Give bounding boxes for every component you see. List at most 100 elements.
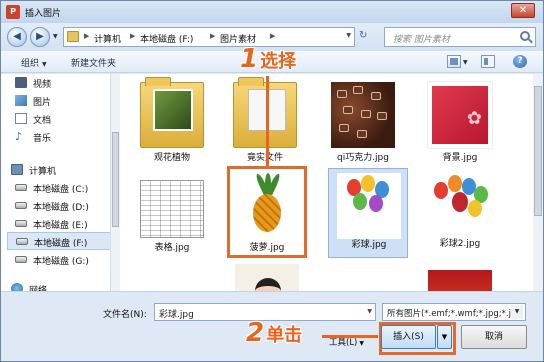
chevron-down-icon[interactable]: ▼ xyxy=(511,305,523,319)
sidebar-item-label: 音乐 xyxy=(33,134,52,144)
filename-value: 彩球.jpg xyxy=(159,310,194,320)
chocolate-image xyxy=(331,82,395,148)
filetype-select[interactable]: 所有图片(*.emf;*.wmf;*.jpg;*.ji ▼ xyxy=(382,303,526,321)
sidebar-item-label: 本地磁盘 (C:) xyxy=(33,185,89,195)
insert-button[interactable]: 插入(S) xyxy=(381,325,436,349)
chevron-right-icon[interactable]: ▶ xyxy=(130,32,135,40)
file-name: 菠萝.jpg xyxy=(249,243,285,253)
preview-pane-icon[interactable] xyxy=(481,55,495,68)
title-bar: P 插入图片 ✕ xyxy=(1,1,543,23)
video-icon xyxy=(15,77,27,88)
step1-number: 1 xyxy=(240,44,259,74)
folder-icon xyxy=(233,77,297,148)
breadcrumb-computer[interactable]: 计算机 xyxy=(94,32,121,45)
back-button[interactable]: ◀ xyxy=(7,27,27,47)
sidebar-scrollbar-thumb[interactable] xyxy=(112,132,119,227)
sidebar-item-documents[interactable]: 文档 xyxy=(15,110,110,128)
sidebar-item-label: 网络 xyxy=(29,286,48,291)
step2-callout: 2 单击 xyxy=(246,318,302,348)
file-list-scrollbar[interactable] xyxy=(533,74,543,291)
network-icon xyxy=(11,283,23,291)
new-folder-button[interactable]: 新建文件夹 xyxy=(71,56,116,69)
step1-leader-line xyxy=(266,76,269,166)
sidebar-item-drive-e[interactable]: 本地磁盘 (E:) xyxy=(15,215,110,233)
address-dropdown-icon[interactable]: ▼ xyxy=(346,32,351,39)
file-tile-flower-folder[interactable]: 观花植物 xyxy=(132,77,212,172)
file-tile-balloons[interactable]: 彩球.jpg xyxy=(328,168,408,258)
sidebar-item-label: 本地磁盘 (E:) xyxy=(33,221,88,231)
file-list: 观花植物 竟实文件 qi巧克力.jpg 背景.jpg 表格.jpg xyxy=(120,74,533,291)
file-name: 表格.jpg xyxy=(154,243,190,253)
drive-icon xyxy=(15,256,27,263)
file-tile-chocolate[interactable]: qi巧克力.jpg xyxy=(323,82,403,172)
recent-pages-dropdown-icon[interactable]: ▼ xyxy=(53,33,60,40)
file-tile-portrait[interactable] xyxy=(227,264,307,291)
file-tile-table[interactable]: 表格.jpg xyxy=(132,172,212,262)
refresh-icon[interactable]: ↻ xyxy=(359,30,367,41)
forward-button[interactable]: ▶ xyxy=(30,27,50,47)
sidebar-item-label: 本地磁盘 (G:) xyxy=(33,257,89,267)
sidebar-item-pictures[interactable]: 图片 xyxy=(15,92,110,110)
table-image xyxy=(140,180,204,238)
powerpoint-app-icon: P xyxy=(6,5,20,19)
sidebar-item-label: 本地磁盘 (F:) xyxy=(34,239,88,249)
documents-icon xyxy=(15,113,27,124)
help-icon[interactable]: ? xyxy=(513,55,527,68)
balloons-image xyxy=(337,173,401,239)
chevron-down-icon: ▼ xyxy=(359,340,364,347)
file-list-scrollbar-thumb[interactable] xyxy=(534,86,542,216)
sidebar-item-drive-c[interactable]: 本地磁盘 (C:) xyxy=(15,179,110,197)
navigation-pane: 视频 图片 文档 ♪ 音乐 计算机 本地磁盘 (C:) 本地磁盘 (D:) 本地 xyxy=(1,74,111,291)
computer-icon xyxy=(11,164,23,175)
file-tile-red-image[interactable] xyxy=(420,270,500,291)
pineapple-image xyxy=(235,170,299,236)
step2-leader-line xyxy=(322,335,378,338)
chevron-right-icon[interactable]: ▶ xyxy=(270,32,275,40)
organize-menu[interactable]: 组织 ▼ xyxy=(21,56,47,69)
step2-text: 单击 xyxy=(266,325,303,346)
sidebar-item-videos[interactable]: 视频 xyxy=(15,74,110,92)
chevron-right-icon[interactable]: ▶ xyxy=(210,32,215,40)
file-name: 竟实文件 xyxy=(246,153,283,163)
sidebar-item-network[interactable]: 网络 xyxy=(11,280,107,291)
step2-number: 2 xyxy=(246,318,265,348)
folder-preview-image xyxy=(153,89,193,131)
drive-icon xyxy=(15,184,27,191)
organize-label: 组织 xyxy=(21,59,40,69)
music-icon: ♪ xyxy=(15,130,23,143)
chevron-right-icon[interactable]: ▶ xyxy=(84,32,89,40)
sidebar-item-label: 文档 xyxy=(33,116,52,126)
file-name: 观花植物 xyxy=(153,153,190,163)
change-view-icon[interactable] xyxy=(447,55,461,68)
sidebar-item-computer[interactable]: 计算机 xyxy=(11,161,107,179)
red-background-image xyxy=(428,82,492,148)
breadcrumb-drive-f[interactable]: 本地磁盘 (F:) xyxy=(140,32,193,45)
chevron-down-icon[interactable]: ▼ xyxy=(367,308,372,315)
balloons-image xyxy=(428,172,492,238)
file-tile-pineapple[interactable]: 菠萝.jpg xyxy=(227,166,307,258)
sidebar-item-label: 本地磁盘 (D:) xyxy=(33,203,89,213)
search-icon[interactable] xyxy=(520,31,530,41)
portrait-image xyxy=(235,264,299,291)
pictures-icon xyxy=(15,95,27,106)
close-button[interactable]: ✕ xyxy=(511,3,535,18)
file-tile-background[interactable]: 背景.jpg xyxy=(420,82,500,172)
chevron-down-icon: ▼ xyxy=(42,61,47,68)
sidebar-scrollbar[interactable] xyxy=(111,74,120,291)
insert-options-dropdown[interactable]: ▼ xyxy=(437,325,452,349)
file-name: 彩球.jpg xyxy=(351,240,387,250)
sidebar-item-music[interactable]: ♪ 音乐 xyxy=(15,128,110,146)
search-input[interactable]: 搜索 图片素材 xyxy=(384,27,536,47)
sidebar-item-drive-g[interactable]: 本地磁盘 (G:) xyxy=(15,251,110,269)
red-image xyxy=(428,270,492,291)
address-bar[interactable]: ▶ 计算机 ▶ 本地磁盘 (F:) ▶ 图片素材 ▶ ▼ xyxy=(63,27,355,47)
file-tile-material-folder[interactable]: 竟实文件 xyxy=(225,77,305,172)
file-name: 背景.jpg xyxy=(442,153,478,163)
file-tile-balloons2[interactable]: 彩球2.jpg xyxy=(420,168,500,258)
step1-callout: 1 选择 xyxy=(240,44,296,74)
sidebar-item-drive-d[interactable]: 本地磁盘 (D:) xyxy=(15,197,110,215)
folder-icon xyxy=(67,31,79,42)
sidebar-item-drive-f[interactable]: 本地磁盘 (F:) xyxy=(7,232,110,250)
cancel-button[interactable]: 取消 xyxy=(461,325,527,349)
view-dropdown-icon[interactable]: ▼ xyxy=(463,59,468,66)
